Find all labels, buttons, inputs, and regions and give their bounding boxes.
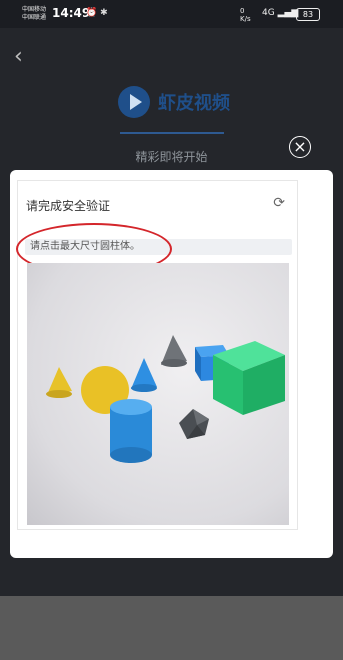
gray-polyhedron[interactable] <box>179 409 209 439</box>
captcha-scene[interactable] <box>27 263 289 525</box>
network-type: 4G <box>262 8 275 18</box>
speed-unit: K/s <box>240 15 251 23</box>
app-logo: 虾皮视频 <box>118 86 230 118</box>
speed-value: 0 <box>240 7 245 15</box>
captcha-image[interactable] <box>27 263 289 525</box>
signal-icons: 4G ▂▄▆ <box>262 8 298 18</box>
captcha-panel: 请完成安全验证 ⟳ 请点击最大尺寸圆柱体。 <box>16 180 298 530</box>
close-icon[interactable]: × <box>289 136 311 158</box>
gray-cone[interactable] <box>161 335 187 367</box>
alarm-icon: ⏰ <box>86 8 98 18</box>
yellow-cone[interactable] <box>46 367 72 398</box>
blue-cylinder[interactable] <box>110 399 152 463</box>
captcha-modal: 请完成安全验证 ⟳ 请点击最大尺寸圆柱体。 <box>10 170 333 558</box>
captcha-title: 请完成安全验证 <box>26 199 111 213</box>
battery-icon: 83 <box>296 8 320 21</box>
carrier-labels: 中国移动 中国联通 <box>22 6 46 22</box>
status-bar: 中国移动 中国联通 14:49 ⏰ ✱ 0 K/s 4G ▂▄▆ 83 <box>0 0 343 28</box>
notification-icons: ⏰ ✱ <box>86 8 108 18</box>
carrier-2: 中国联通 <box>22 14 47 21</box>
play-icon <box>118 86 150 118</box>
carrier-1: 中国移动 <box>22 6 47 13</box>
clock: 14:49 <box>52 6 91 20</box>
network-speed: 0 K/s <box>240 7 251 23</box>
refresh-icon[interactable]: ⟳ <box>273 195 285 211</box>
bottom-dim-area <box>0 596 343 660</box>
app-name: 虾皮视频 <box>158 93 230 114</box>
blue-cone[interactable] <box>131 358 157 392</box>
back-arrow-icon[interactable]: ‹ <box>14 44 23 69</box>
green-cube[interactable] <box>213 341 285 415</box>
divider <box>120 132 224 134</box>
bluetooth-icon: ✱ <box>100 8 108 18</box>
